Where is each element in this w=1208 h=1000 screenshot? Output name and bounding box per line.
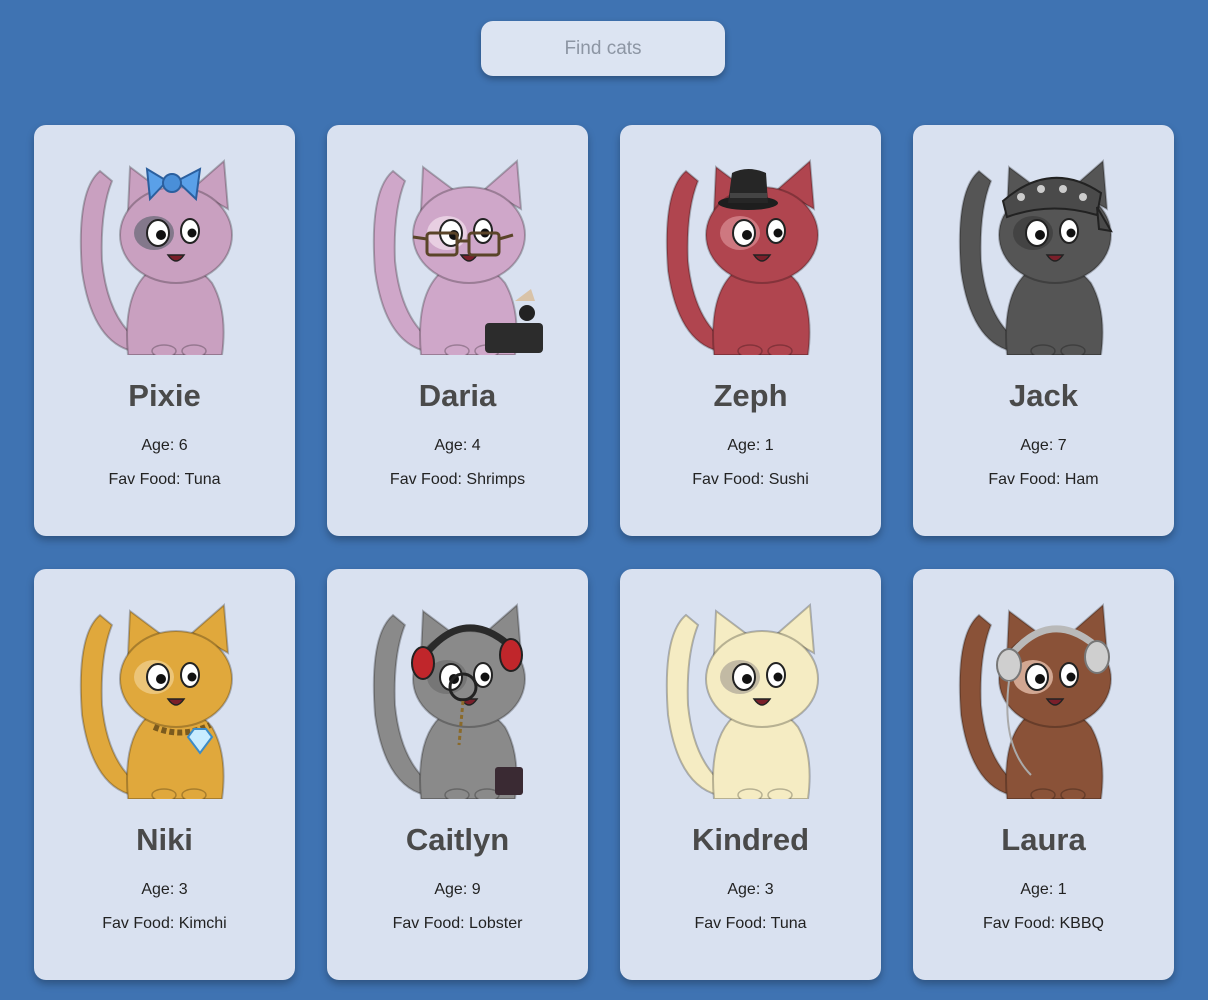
cat-age: Age: 9	[434, 881, 481, 898]
cat-name: Laura	[1001, 822, 1086, 857]
cat-name: Caitlyn	[405, 822, 510, 857]
cat-card-niki[interactable]: Niki Age: 3 Fav Food: Kimchi	[34, 569, 295, 980]
cat-card-grid: Pixie Age: 6 Fav Food: Tuna Daria Age: 4…	[34, 125, 1174, 980]
cat-card-laura[interactable]: Laura Age: 1 Fav Food: KBBQ	[913, 569, 1174, 980]
cat-fav-food: Fav Food: Kimchi	[102, 915, 227, 932]
niki-cat-icon	[72, 595, 262, 799]
cat-age: Age: 4	[434, 437, 481, 454]
cat-name: Daria	[418, 378, 497, 413]
search-input[interactable]	[481, 21, 725, 76]
cat-fav-food: Fav Food: KBBQ	[983, 915, 1104, 932]
cat-age: Age: 3	[141, 881, 188, 898]
cat-age: Age: 6	[141, 437, 188, 454]
pixie-cat-icon	[72, 151, 262, 355]
cat-fav-food: Fav Food: Shrimps	[389, 471, 526, 488]
cat-card-zeph[interactable]: Zeph Age: 1 Fav Food: Sushi	[620, 125, 881, 536]
cat-name: Jack	[1009, 378, 1078, 413]
cat-card-caitlyn[interactable]: Caitlyn Age: 9 Fav Food: Lobster	[327, 569, 588, 980]
caitlyn-cat-icon	[365, 595, 555, 799]
cat-fav-food: Fav Food: Tuna	[108, 471, 221, 488]
cat-age: Age: 7	[1020, 437, 1067, 454]
zeph-cat-icon	[658, 151, 848, 355]
kindred-cat-icon	[658, 595, 848, 799]
cat-age: Age: 1	[1020, 881, 1067, 898]
cat-card-daria[interactable]: Daria Age: 4 Fav Food: Shrimps	[327, 125, 588, 536]
daria-cat-icon	[365, 151, 555, 355]
jack-cat-icon	[951, 151, 1141, 355]
cat-name: Niki	[136, 822, 193, 857]
cat-fav-food: Fav Food: Tuna	[694, 915, 807, 932]
cat-name: Zeph	[713, 378, 788, 413]
cat-age: Age: 1	[727, 437, 774, 454]
cat-fav-food: Fav Food: Ham	[988, 471, 1099, 488]
laura-cat-icon	[951, 595, 1141, 799]
cat-card-pixie[interactable]: Pixie Age: 6 Fav Food: Tuna	[34, 125, 295, 536]
cat-name: Pixie	[128, 378, 201, 413]
cat-age: Age: 3	[727, 881, 774, 898]
app-root: Pixie Age: 6 Fav Food: Tuna Daria Age: 4…	[0, 0, 1208, 1000]
cat-name: Kindred	[691, 822, 810, 857]
cat-card-kindred[interactable]: Kindred Age: 3 Fav Food: Tuna	[620, 569, 881, 980]
cat-card-jack[interactable]: Jack Age: 7 Fav Food: Ham	[913, 125, 1174, 536]
cat-fav-food: Fav Food: Lobster	[392, 915, 523, 932]
cat-fav-food: Fav Food: Sushi	[692, 471, 809, 488]
